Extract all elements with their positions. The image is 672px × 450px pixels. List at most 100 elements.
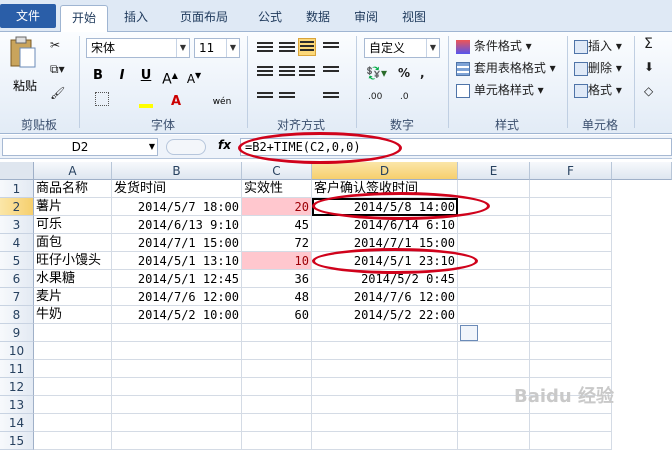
row-header[interactable]: 10 (0, 342, 34, 360)
delete-cells-button[interactable]: 删除 ▾ (574, 59, 622, 76)
tab-insert[interactable]: 插入 (112, 5, 160, 32)
cell-b4[interactable]: 2014/7/1 15:00 (112, 234, 242, 252)
row-header[interactable]: 14 (0, 414, 34, 432)
tab-formulas[interactable]: 公式 (248, 5, 292, 32)
cell-a1[interactable]: 商品名称 (34, 180, 112, 198)
column-header-a[interactable]: A (34, 162, 112, 180)
cell-f6[interactable] (530, 270, 612, 288)
insert-cells-button[interactable]: 插入 ▾ (574, 37, 622, 54)
cell-c14[interactable] (242, 414, 312, 432)
cell-f14[interactable] (530, 414, 612, 432)
cell-c12[interactable] (242, 378, 312, 396)
cell-c7[interactable]: 48 (242, 288, 312, 306)
cell-e1[interactable] (458, 180, 530, 198)
increase-font-icon[interactable]: A▲ (160, 66, 180, 88)
cell-c8[interactable]: 60 (242, 306, 312, 324)
cell-a4[interactable]: 面包 (34, 234, 112, 252)
row-header[interactable]: 2 (0, 198, 34, 216)
cell-e14[interactable] (458, 414, 530, 432)
cell-d15[interactable] (312, 432, 458, 450)
cell-d14[interactable] (312, 414, 458, 432)
insert-function-button[interactable]: fx (218, 138, 231, 152)
cut-icon[interactable]: ✂ (50, 38, 60, 52)
cell-e5[interactable] (458, 252, 530, 270)
cell-b15[interactable] (112, 432, 242, 450)
cell-d2[interactable]: 2014/5/8 14:00 (312, 198, 458, 216)
cell-d12[interactable] (312, 378, 458, 396)
cell-c9[interactable] (242, 324, 312, 342)
cell-b9[interactable] (112, 324, 242, 342)
paste-button[interactable]: 粘贴 (8, 36, 42, 98)
clear-icon[interactable]: ◇ (644, 84, 653, 98)
orientation-icon[interactable] (322, 40, 340, 58)
row-header[interactable]: 6 (0, 270, 34, 288)
align-bottom-icon[interactable] (298, 38, 316, 56)
tab-home[interactable]: 开始 (60, 5, 108, 33)
row-header[interactable]: 8 (0, 306, 34, 324)
cell-d10[interactable] (312, 342, 458, 360)
cell-b7[interactable]: 2014/7/6 12:00 (112, 288, 242, 306)
chevron-down-icon[interactable]: ▼ (226, 39, 239, 57)
row-header[interactable]: 11 (0, 360, 34, 378)
row-header[interactable]: 7 (0, 288, 34, 306)
copy-icon[interactable]: ⧉▾ (50, 62, 65, 77)
formula-bar-resize-handle[interactable] (166, 139, 206, 155)
chevron-down-icon[interactable]: ▼ (426, 39, 439, 57)
cell-f2[interactable] (530, 198, 612, 216)
cell-b3[interactable]: 2014/6/13 9:10 (112, 216, 242, 234)
cell-c1[interactable]: 实效性 (242, 180, 312, 198)
font-size-combo[interactable]: 11 ▼ (194, 38, 240, 58)
cell-c2[interactable]: 20 (242, 198, 312, 216)
autosum-icon[interactable]: Σ (644, 36, 653, 52)
cell-e3[interactable] (458, 216, 530, 234)
cell-b5[interactable]: 2014/5/1 13:10 (112, 252, 242, 270)
align-center-icon[interactable] (278, 64, 296, 82)
underline-button[interactable]: U (136, 66, 156, 86)
cell-d13[interactable] (312, 396, 458, 414)
tab-review[interactable]: 审阅 (344, 5, 388, 32)
cell-f10[interactable] (530, 342, 612, 360)
cell-e4[interactable] (458, 234, 530, 252)
cell-e2[interactable] (458, 198, 530, 216)
column-header-e[interactable]: E (458, 162, 530, 180)
cell-a13[interactable] (34, 396, 112, 414)
align-right-icon[interactable] (298, 64, 316, 82)
cell-c3[interactable]: 45 (242, 216, 312, 234)
cell-a15[interactable] (34, 432, 112, 450)
row-header[interactable]: 4 (0, 234, 34, 252)
cell-d6[interactable]: 2014/5/2 0:45 (312, 270, 458, 288)
row-header[interactable]: 5 (0, 252, 34, 270)
cell-d8[interactable]: 2014/5/2 22:00 (312, 306, 458, 324)
cell-d11[interactable] (312, 360, 458, 378)
wrap-text-icon[interactable] (322, 64, 340, 82)
column-header-b[interactable]: B (112, 162, 242, 180)
cell-c15[interactable] (242, 432, 312, 450)
cell-d9[interactable] (312, 324, 458, 342)
format-cells-button[interactable]: 格式 ▾ (574, 81, 622, 98)
cell-f15[interactable] (530, 432, 612, 450)
align-top-icon[interactable] (256, 40, 274, 58)
decrease-font-icon[interactable]: A▼ (184, 66, 204, 86)
tab-file[interactable]: 文件 (0, 4, 56, 28)
cell-e11[interactable] (458, 360, 530, 378)
tab-view[interactable]: 视图 (392, 5, 436, 32)
cell-c13[interactable] (242, 396, 312, 414)
select-all-corner[interactable] (0, 162, 34, 180)
bold-button[interactable]: B (88, 66, 108, 86)
chevron-down-icon[interactable]: ▼ (149, 139, 155, 155)
format-painter-icon[interactable]: 🖌 (50, 86, 65, 100)
cell-e15[interactable] (458, 432, 530, 450)
row-header[interactable]: 12 (0, 378, 34, 396)
cell-f3[interactable] (530, 216, 612, 234)
cell-e8[interactable] (458, 306, 530, 324)
cell-f9[interactable] (530, 324, 612, 342)
cell-b13[interactable] (112, 396, 242, 414)
cell-f11[interactable] (530, 360, 612, 378)
column-header-d[interactable]: D (312, 162, 458, 180)
cell-a12[interactable] (34, 378, 112, 396)
cell-d3[interactable]: 2014/6/14 6:10 (312, 216, 458, 234)
cell-b6[interactable]: 2014/5/1 12:45 (112, 270, 242, 288)
cell-b8[interactable]: 2014/5/2 10:00 (112, 306, 242, 324)
cell-b14[interactable] (112, 414, 242, 432)
cell-d5[interactable]: 2014/5/1 23:10 (312, 252, 458, 270)
